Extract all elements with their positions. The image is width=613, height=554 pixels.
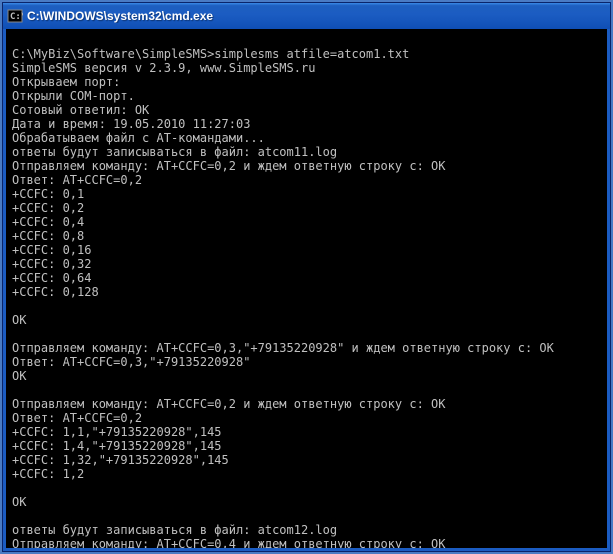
svg-text:C:\: C:\: [10, 12, 23, 22]
cmd-icon: C:\: [7, 8, 23, 24]
titlebar[interactable]: C:\ C:\WINDOWS\system32\cmd.exe: [3, 3, 610, 29]
console-output[interactable]: C:\MyBiz\Software\SimpleSMS>simplesms at…: [3, 29, 610, 551]
cmd-window: C:\ C:\WINDOWS\system32\cmd.exe C:\MyBiz…: [2, 2, 611, 552]
window-title: C:\WINDOWS\system32\cmd.exe: [27, 9, 607, 23]
